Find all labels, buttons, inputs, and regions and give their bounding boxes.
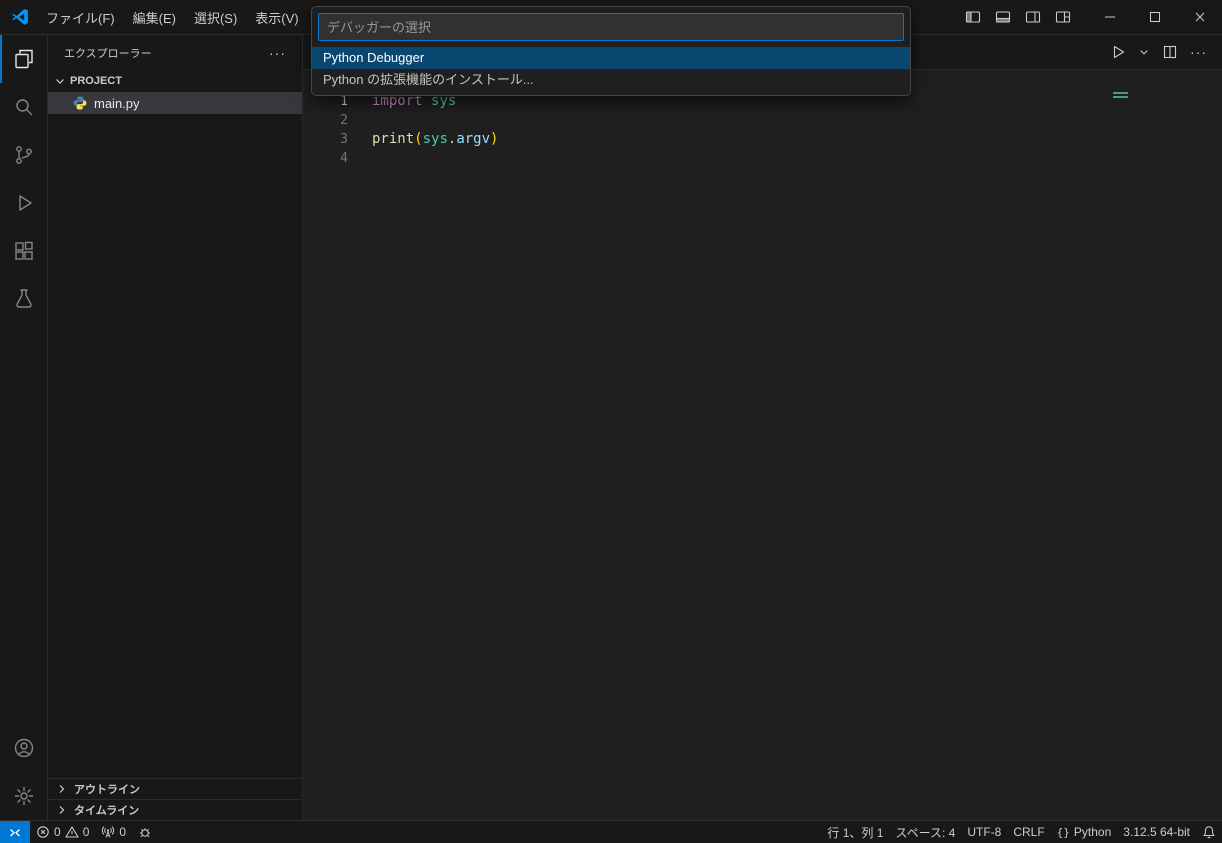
language-label: Python — [1074, 825, 1111, 839]
source-control-icon[interactable] — [0, 131, 48, 179]
warning-icon — [65, 825, 79, 839]
code-editor[interactable]: 1import sys23print(sys.argv)4 — [303, 92, 1222, 168]
remote-indicator[interactable] — [0, 821, 30, 843]
sidebar-more-actions-icon[interactable]: ··· — [269, 45, 286, 61]
timeline-pane-header[interactable]: タイムライン — [48, 799, 302, 820]
editor-group: ··· 1import sys23print(sys.argv)4 — [303, 35, 1222, 820]
sidebar-title: エクスプローラー — [64, 45, 269, 61]
status-bar: 0 0 0 行 1、列 1 — [0, 820, 1222, 843]
menu-bar: ファイル(F)編集(E)選択(S)表示(V) — [37, 0, 308, 34]
ports-count: 0 — [119, 825, 126, 839]
quick-pick-widget: Python DebuggerPython の拡張機能のインストール... — [311, 6, 911, 96]
layout-controls — [959, 4, 1077, 30]
eol-label: CRLF — [1013, 825, 1044, 839]
run-dropdown-chevron-icon[interactable] — [1135, 43, 1153, 61]
code-text: print(sys.argv) — [372, 130, 498, 149]
extensions-icon[interactable] — [0, 227, 48, 275]
cursor-position-label: 行 1、列 1 — [827, 824, 883, 841]
minimap-code-mark — [1113, 96, 1128, 98]
window-controls — [1087, 0, 1222, 34]
eol-sequence[interactable]: CRLF — [1007, 821, 1050, 843]
bell-icon — [1202, 825, 1216, 839]
sidebar-bottom-panes: アウトライン タイムライン — [48, 778, 302, 820]
testing-icon[interactable] — [0, 275, 48, 323]
encoding-label: UTF-8 — [967, 825, 1001, 839]
quick-pick-list: Python DebuggerPython の拡張機能のインストール... — [312, 47, 910, 91]
language-status-icon: {} — [1057, 826, 1070, 839]
split-editor-button[interactable] — [1159, 41, 1181, 63]
file-name: main.py — [94, 96, 140, 111]
menubar-item-3[interactable]: 表示(V) — [246, 0, 307, 34]
chevron-right-icon — [54, 781, 70, 797]
run-and-debug-icon[interactable] — [0, 179, 48, 227]
code-line[interactable]: 3 print(sys.argv) — [303, 130, 1222, 149]
run-python-file-button[interactable] — [1107, 41, 1129, 63]
debug-status[interactable] — [132, 821, 158, 843]
code-line[interactable]: 4 — [303, 149, 1222, 168]
timeline-pane-label: タイムライン — [74, 802, 139, 818]
error-count: 0 — [54, 825, 61, 839]
notifications[interactable] — [1196, 821, 1222, 843]
editor-actions: ··· — [1107, 41, 1210, 63]
explorer-sidebar: エクスプローラー ··· PROJECT main.py アウトライン — [48, 35, 303, 820]
language-mode[interactable]: {} Python — [1051, 821, 1118, 843]
customize-layout-icon[interactable] — [1049, 4, 1077, 30]
indentation-label: スペース: 4 — [895, 824, 955, 841]
line-number: 2 — [303, 111, 348, 130]
line-number: 4 — [303, 149, 348, 168]
error-icon — [36, 825, 50, 839]
quick-pick-input[interactable] — [318, 13, 904, 41]
toggle-panel-icon[interactable] — [989, 4, 1017, 30]
debug-icon — [138, 825, 152, 839]
file-item-main-py[interactable]: main.py — [48, 92, 302, 114]
vscode-window: ファイル(F)編集(E)選択(S)表示(V) ··· — [0, 0, 1222, 843]
quickpick-item-1[interactable]: Python の拡張機能のインストール... — [312, 69, 910, 91]
status-bar-right: 行 1、列 1 スペース: 4 UTF-8 CRLF {} Python 3.1… — [821, 821, 1222, 843]
chevron-right-icon — [54, 802, 70, 818]
interpreter-label: 3.12.5 64-bit — [1123, 825, 1190, 839]
close-button[interactable] — [1177, 0, 1222, 34]
ports-indicator[interactable]: 0 — [95, 821, 132, 843]
quickpick-item-0[interactable]: Python Debugger — [312, 47, 910, 69]
minimap[interactable] — [1113, 92, 1128, 98]
menubar-item-1[interactable]: 編集(E) — [124, 0, 185, 34]
toggle-secondary-sidebar-icon[interactable] — [1019, 4, 1047, 30]
line-number: 3 — [303, 130, 348, 149]
explorer-icon[interactable] — [0, 35, 48, 83]
vscode-logo-icon — [11, 8, 29, 26]
problems-indicator[interactable]: 0 0 — [30, 821, 95, 843]
activity-bar-spacer — [0, 323, 47, 724]
python-file-icon — [72, 95, 88, 111]
accounts-icon[interactable] — [0, 724, 48, 772]
outline-pane-header[interactable]: アウトライン — [48, 778, 302, 799]
chevron-down-icon — [52, 73, 68, 89]
outline-pane-label: アウトライン — [74, 781, 140, 797]
maximize-button[interactable] — [1132, 0, 1177, 34]
encoding[interactable]: UTF-8 — [961, 821, 1007, 843]
activity-bar — [0, 35, 48, 820]
minimap-code-mark — [1113, 92, 1128, 94]
radio-tower-icon — [101, 825, 115, 839]
menubar-item-0[interactable]: ファイル(F) — [37, 0, 124, 34]
python-interpreter[interactable]: 3.12.5 64-bit — [1117, 821, 1196, 843]
indentation[interactable]: スペース: 4 — [889, 821, 961, 843]
menubar-item-2[interactable]: 選択(S) — [185, 0, 246, 34]
project-section-label: PROJECT — [70, 75, 122, 87]
cursor-position[interactable]: 行 1、列 1 — [821, 821, 889, 843]
warning-count: 0 — [83, 825, 90, 839]
search-icon[interactable] — [0, 83, 48, 131]
toggle-primary-sidebar-icon[interactable] — [959, 4, 987, 30]
minimize-button[interactable] — [1087, 0, 1132, 34]
editor-more-actions-icon[interactable]: ··· — [1187, 41, 1210, 63]
code-line[interactable]: 2 — [303, 111, 1222, 130]
sidebar-header: エクスプローラー ··· — [48, 35, 302, 70]
project-section-header[interactable]: PROJECT — [48, 70, 302, 92]
settings-gear-icon[interactable] — [0, 772, 48, 820]
